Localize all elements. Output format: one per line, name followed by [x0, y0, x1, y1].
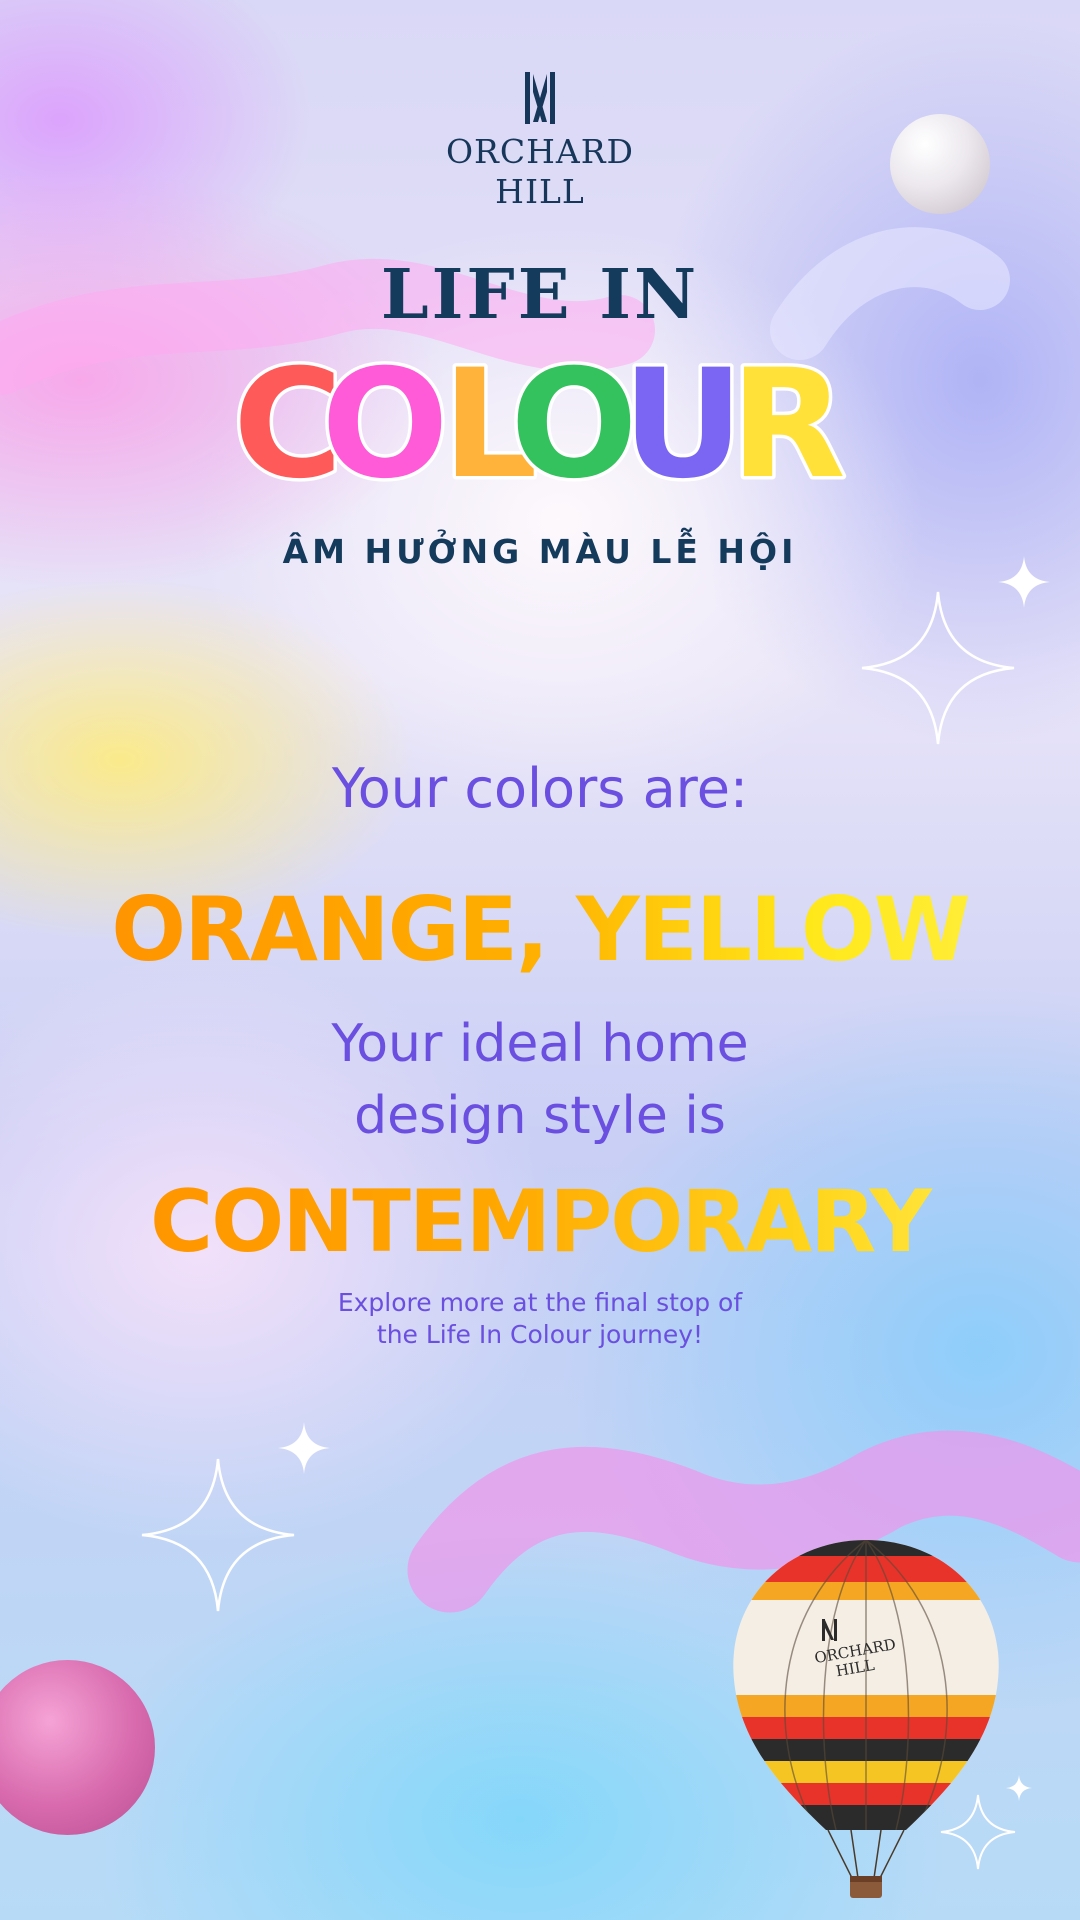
brand-name: HILL	[495, 172, 585, 211]
style-result: CONTEMPORARY	[0, 1172, 1080, 1272]
colour-letter-u: U	[622, 346, 744, 496]
sparkle-star-icon	[278, 1422, 330, 1474]
title-life-in: LIFE IN	[380, 255, 700, 335]
explore-note: Explore more at the final stop of the Li…	[0, 1287, 1080, 1351]
sparkle-star-icon	[861, 591, 1015, 745]
orchard-hill-logo-icon	[525, 72, 555, 124]
style-prompt: Your ideal home design style is	[0, 1008, 1080, 1152]
explore-line: the Life In Colour journey!	[376, 1320, 704, 1349]
colors-prompt: Your colors are:	[331, 757, 749, 820]
colour-letter-r: R	[730, 346, 846, 496]
brand-name: ORCHARD	[445, 132, 635, 171]
explore-line: Explore more at the final stop of	[337, 1288, 743, 1317]
title-colour: C O L O U R	[229, 346, 848, 496]
result-card: ORCHARD HILL LIFE IN C O L O U R ÂM HƯỞN…	[0, 0, 1080, 1920]
style-prompt-line: Your ideal home	[331, 1014, 749, 1074]
colour-letter-o: O	[321, 346, 449, 496]
sparkle-star-icon	[141, 1458, 295, 1612]
style-prompt-line: design style is	[354, 1086, 726, 1146]
colour-letter-o: O	[510, 346, 638, 496]
hot-air-balloon-icon: ORCHARD HILL	[733, 1540, 999, 1898]
tagline: ÂM HƯỞNG MÀU LỄ HỘI	[282, 532, 798, 571]
colors-result: ORANGE, YELLOW	[0, 878, 1080, 981]
